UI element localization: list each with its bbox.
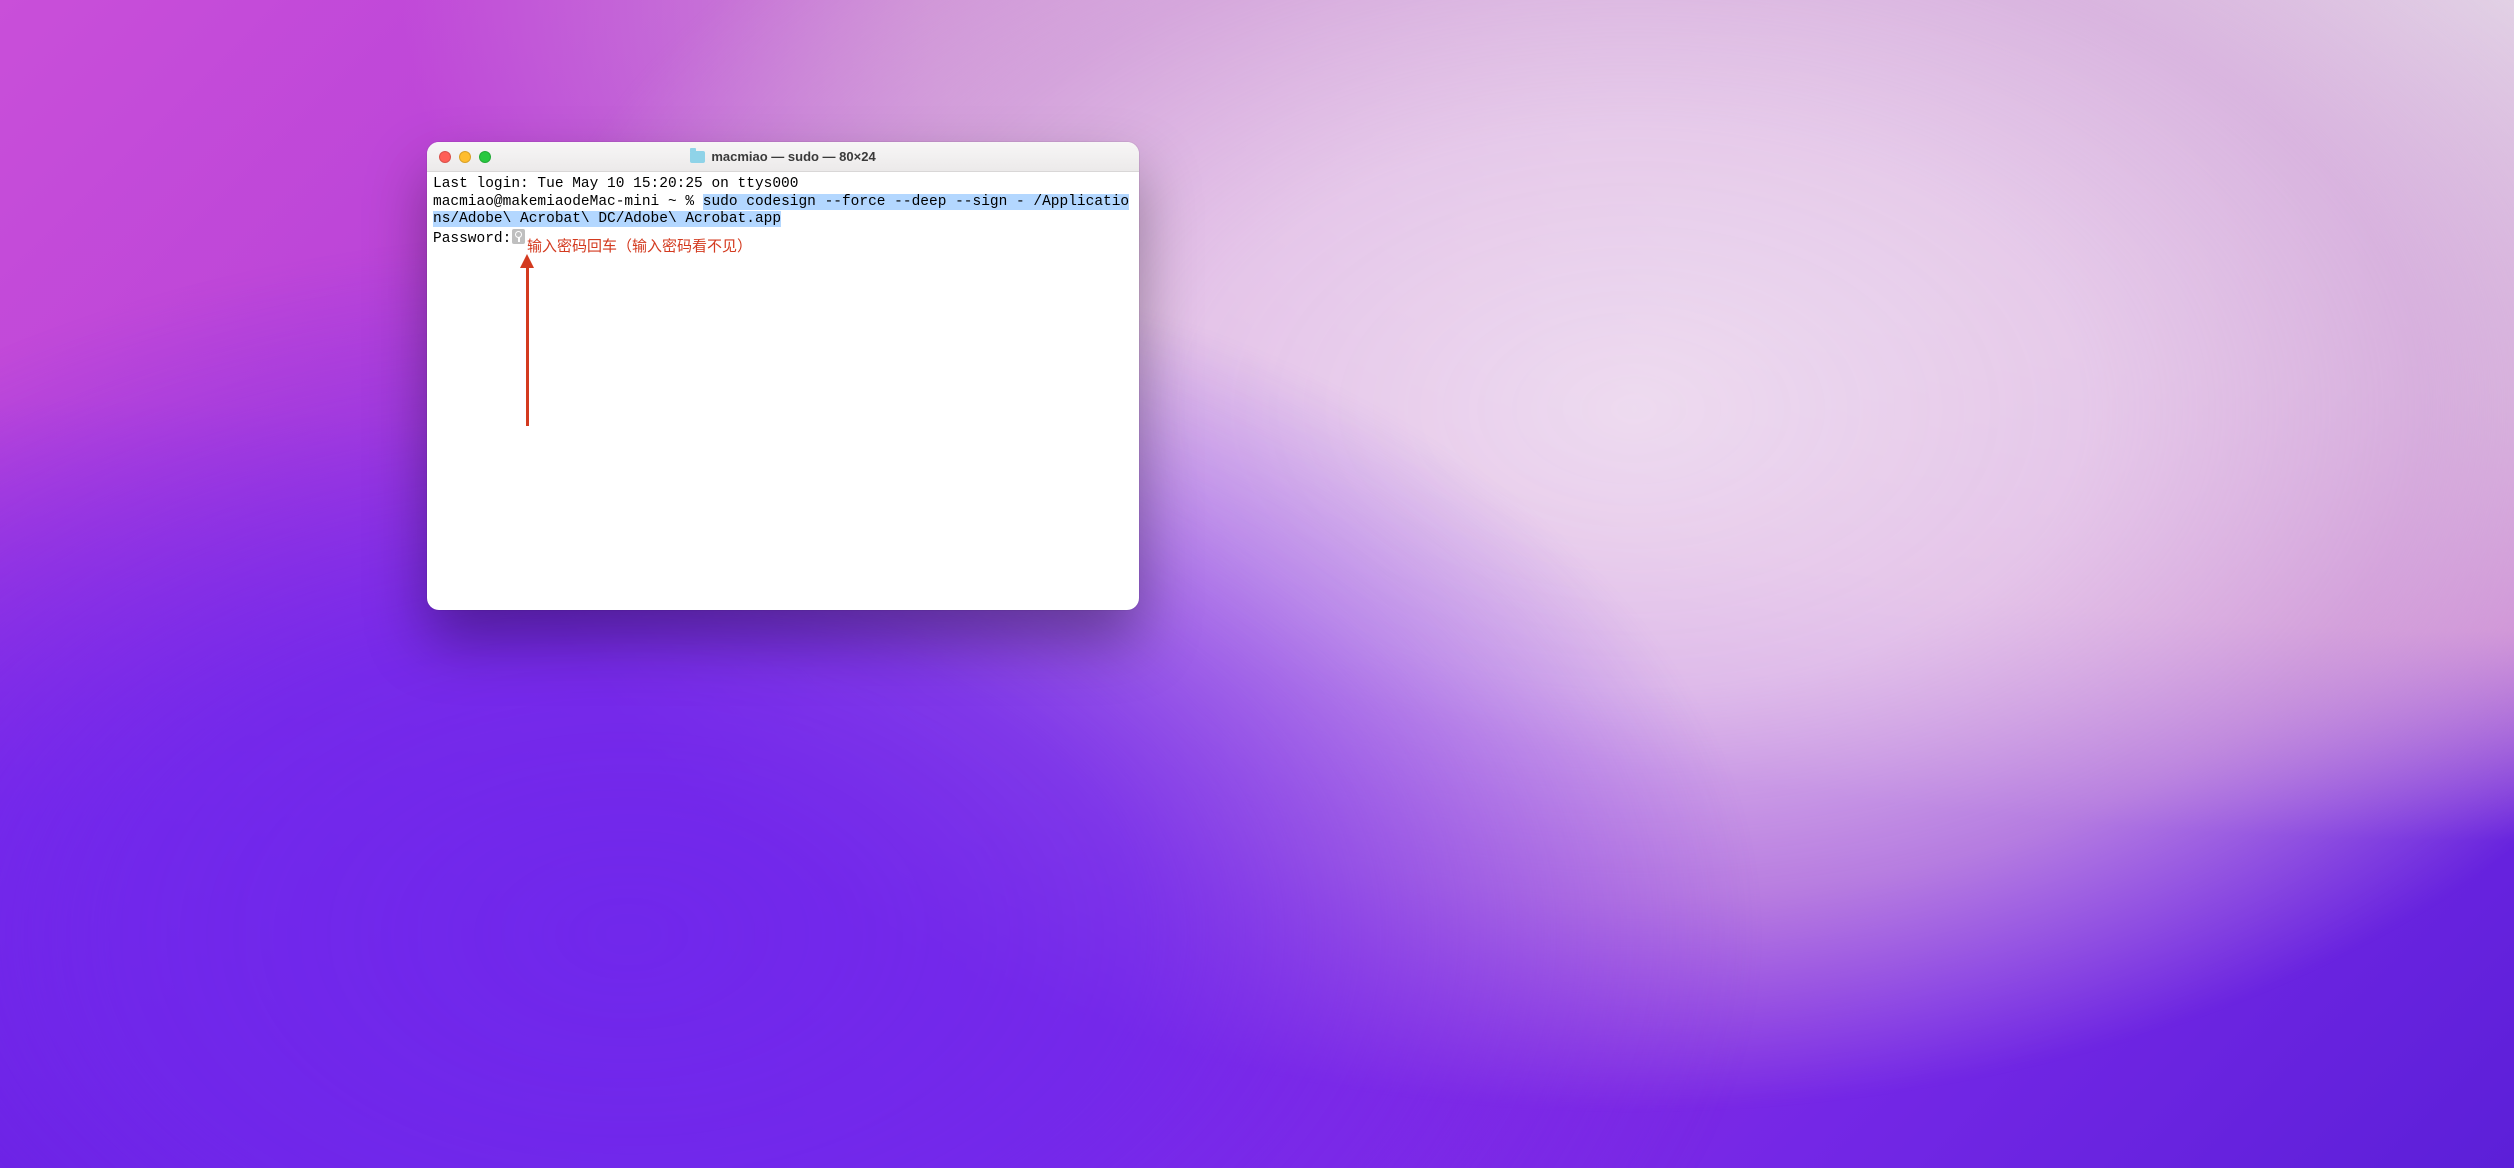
titlebar[interactable]: macmiao — sudo — 80×24 <box>427 142 1139 172</box>
zoom-button[interactable] <box>479 151 491 163</box>
minimize-button[interactable] <box>459 151 471 163</box>
window-title: macmiao — sudo — 80×24 <box>427 149 1139 164</box>
prompt-prefix: macmiao@makemiaodeMac-mini ~ % <box>433 194 703 210</box>
password-prompt: Password: <box>433 231 511 247</box>
terminal-window[interactable]: macmiao — sudo — 80×24 Last login: Tue M… <box>427 142 1139 610</box>
annotation-arrow-line <box>526 266 529 426</box>
traffic-lights <box>439 151 491 163</box>
key-icon <box>512 229 525 244</box>
desktop-background: macmiao — sudo — 80×24 Last login: Tue M… <box>0 0 2514 1168</box>
annotation-text: 输入密码回车（输入密码看不见） <box>527 238 752 256</box>
close-button[interactable] <box>439 151 451 163</box>
window-title-text: macmiao — sudo — 80×24 <box>711 149 875 164</box>
command-highlight-2: ns/Adobe\ Acrobat\ DC/Adobe\ Acrobat.app <box>433 211 781 227</box>
last-login-line: Last login: Tue May 10 15:20:25 on ttys0… <box>433 176 798 192</box>
command-highlight-1: sudo codesign --force --deep --sign - /A… <box>703 194 1129 210</box>
folder-icon <box>690 151 705 163</box>
terminal-body[interactable]: Last login: Tue May 10 15:20:25 on ttys0… <box>427 172 1139 610</box>
